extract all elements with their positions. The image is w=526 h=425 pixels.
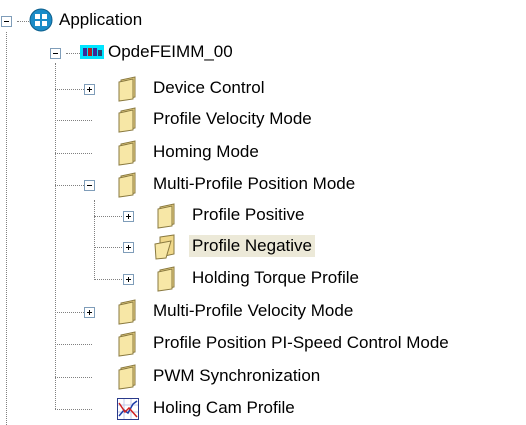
tree-node-profile-positive[interactable]: Profile Positive	[0, 201, 380, 231]
expand-toggle[interactable]	[84, 307, 95, 318]
tree-node-label[interactable]: Homing Mode	[150, 141, 262, 163]
expand-toggle[interactable]	[123, 242, 134, 253]
tree-node-label[interactable]: Profile Position PI-Speed Control Mode	[150, 332, 452, 354]
tree-node-profile-velocity-mode[interactable]: Profile Velocity Mode	[0, 105, 340, 135]
folder-closed-icon	[117, 76, 141, 102]
folder-closed-icon	[117, 299, 141, 325]
tree-view: Application OpdeFEIMM_00 Device Control	[0, 0, 526, 425]
expand-toggle[interactable]	[123, 274, 134, 285]
expand-toggle[interactable]	[84, 84, 95, 95]
tree-node-holing-cam-profile[interactable]: Holing Cam Profile	[0, 394, 400, 424]
folder-closed-icon	[156, 266, 180, 292]
tree-node-device[interactable]: OpdeFEIMM_00	[0, 38, 260, 68]
folder-open-icon	[154, 234, 180, 260]
folder-closed-icon	[117, 140, 141, 166]
folder-closed-icon	[156, 203, 180, 229]
tree-node-label[interactable]: Holing Cam Profile	[150, 397, 298, 419]
tree-node-label[interactable]: Profile Positive	[189, 204, 307, 226]
tree-node-profile-position-pi-speed-control-mode[interactable]: Profile Position PI-Speed Control Mode	[0, 329, 526, 359]
tree-node-multi-profile-velocity-mode[interactable]: Multi-Profile Velocity Mode	[0, 297, 400, 327]
tree-node-label[interactable]: Profile Velocity Mode	[150, 108, 315, 130]
tree-node-label[interactable]: Profile Negative	[189, 235, 316, 257]
tree-node-holding-torque-profile[interactable]: Holding Torque Profile	[0, 264, 400, 294]
tree-node-multi-profile-position-mode[interactable]: Multi-Profile Position Mode	[0, 170, 400, 200]
tree-node-label[interactable]: Application	[56, 9, 145, 31]
chart-icon	[117, 398, 139, 420]
tree-node-label[interactable]: OpdeFEIMM_00	[105, 41, 236, 63]
tree-node-device-control[interactable]: Device Control	[0, 74, 340, 104]
folder-closed-icon	[117, 331, 141, 357]
tree-node-application[interactable]: Application	[0, 6, 260, 36]
collapse-toggle[interactable]	[1, 16, 12, 27]
tree-node-label[interactable]: Multi-Profile Velocity Mode	[150, 300, 356, 322]
device-icon	[80, 42, 104, 62]
tree-node-label[interactable]: Device Control	[150, 77, 268, 99]
tree-node-homing-mode[interactable]: Homing Mode	[0, 138, 340, 168]
folder-closed-icon	[117, 172, 141, 198]
collapse-toggle[interactable]	[84, 180, 95, 191]
tree-node-label[interactable]: Multi-Profile Position Mode	[150, 173, 358, 195]
application-icon	[29, 8, 53, 32]
folder-closed-icon	[117, 107, 141, 133]
expand-toggle[interactable]	[123, 211, 134, 222]
tree-node-label[interactable]: PWM Synchronization	[150, 365, 323, 387]
tree-node-label[interactable]: Holding Torque Profile	[189, 267, 362, 289]
collapse-toggle[interactable]	[50, 48, 61, 59]
tree-node-profile-negative[interactable]: Profile Negative	[0, 232, 380, 262]
tree-node-pwm-synchronization[interactable]: PWM Synchronization	[0, 362, 400, 392]
folder-closed-icon	[117, 364, 141, 390]
